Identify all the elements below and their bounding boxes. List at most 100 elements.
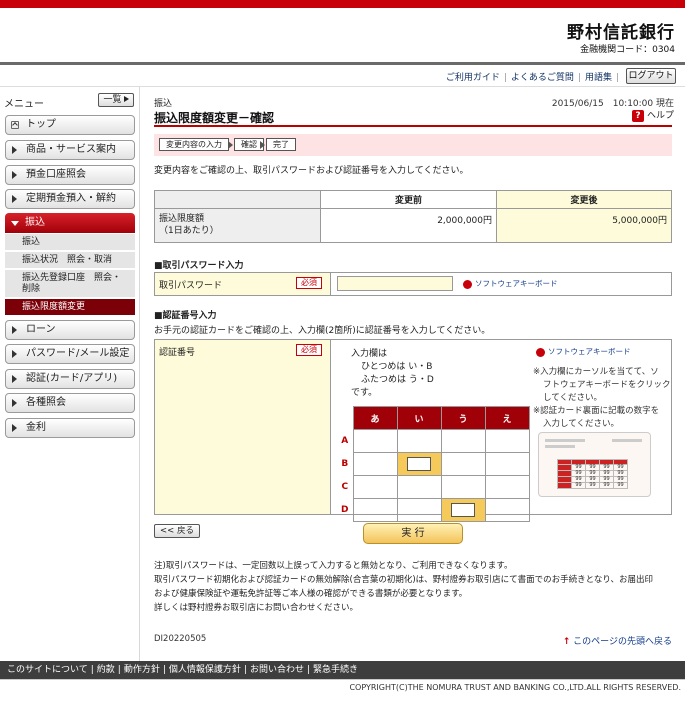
notes: 注)取引パスワードは、一定回数以上誤って入力すると無効となり、ご利用できなくなり…	[154, 561, 654, 613]
menu-title: メニュー	[4, 99, 44, 110]
grid-row-a: A	[341, 436, 349, 446]
step-indicator: 変更内容の入力 確認 完了	[154, 134, 672, 156]
sidebar-item-auth[interactable]: 認証(カード/アプリ)	[5, 369, 135, 389]
faq-link[interactable]: よくあるご質問	[507, 73, 578, 83]
arrow-right-icon	[12, 326, 17, 334]
sidebar-sub-transfer[interactable]: 振込	[5, 234, 135, 251]
step-input: 変更内容の入力	[159, 138, 229, 151]
table-header-after: 変更後	[496, 190, 672, 209]
software-keyboard-link[interactable]: ソフトウェアキーボード	[463, 278, 558, 289]
auth-label: 認証番号 必須	[155, 340, 331, 514]
required-badge: 必須	[296, 344, 322, 356]
table-header-before: 変更前	[320, 190, 497, 209]
password-row: 取引パスワード 必須 ソフトウェアキーボード	[154, 272, 672, 296]
grid-row-c: C	[341, 482, 349, 492]
password-section-title: ■取引パスワード入力	[154, 261, 244, 271]
keyboard-icon	[536, 347, 545, 357]
footer-links: このサイトについて | 約款 | 動作方針 | 個人情報保護方針 | お問い合わせ | 緊急手続き	[0, 661, 685, 679]
step-arrow-icon	[260, 141, 265, 149]
sidebar-item-deposit-inquiry[interactable]: 預金口座照会	[5, 165, 135, 185]
table-header-blank	[154, 190, 321, 209]
sidebar-item-password[interactable]: パスワード/メール設定	[5, 344, 135, 364]
grid-row-d: D	[341, 505, 349, 515]
sidebar-item-top[interactable]: トップ	[5, 115, 135, 135]
execute-button[interactable]: 実 行	[363, 523, 463, 544]
auth-section-title: ■認証番号入力	[154, 311, 217, 321]
sidebar: メニュー 一覧 トップ 商品・サービス案内 預金口座照会 定期預金預入・解約 振…	[0, 87, 140, 661]
logout-button[interactable]: ログアウト	[626, 68, 676, 84]
sidebar-item-products[interactable]: 商品・サービス案内	[5, 140, 135, 160]
title-underline	[154, 125, 672, 127]
bank-code: 金融機関コード：0304	[580, 45, 675, 55]
arrow-right-icon	[12, 350, 17, 358]
up-arrow-icon	[11, 121, 19, 129]
auth-row: 認証番号 必須 入力欄は ひとつめは い・B ふたつめは う・D です。 あ い …	[154, 339, 672, 522]
back-button[interactable]: << 戻る	[154, 524, 200, 538]
password-input[interactable]	[337, 276, 453, 291]
card-grid: 99 99 99 99 99 99 99 99 99 99 99 99 99 99 99 99	[557, 459, 628, 489]
auth-input-1[interactable]	[407, 457, 431, 471]
site-header: 野村信託銀行 金融機関コード：0304	[0, 8, 685, 62]
breadcrumb: 振込	[154, 99, 173, 109]
limit-before: 2,000,000円	[320, 208, 497, 243]
footer-link-policy[interactable]: 動作方針	[121, 665, 163, 675]
copyright: COPYRIGHT(C)THE NOMURA TRUST AND BANKING…	[349, 683, 681, 692]
sidebar-item-time-deposit[interactable]: 定期預金預入・解約	[5, 189, 135, 209]
table-row-label: 振込限度額 （1日あたり）	[154, 208, 321, 243]
help-icon: ?	[631, 110, 644, 122]
footer-divider	[0, 679, 685, 680]
page-title: 振込限度額変更－確認	[154, 111, 275, 125]
sidebar-item-rates[interactable]: 金利	[5, 418, 135, 438]
auth-instructions: 入力欄は ひとつめは い・B ふたつめは う・D です。	[351, 349, 434, 398]
utility-bar: ご利用ガイド | よくあるご質問 | 用語集 | ログアウト	[0, 65, 685, 87]
arrow-right-icon	[12, 146, 17, 154]
auth-intro: お手元の認証カードをご確認の上、入力欄(2箇所)に認証番号を入力してください。	[154, 326, 491, 336]
glossary-link[interactable]: 用語集	[581, 73, 616, 83]
footer-link-emergency[interactable]: 緊急手続き	[310, 665, 361, 675]
step-arrow-icon	[228, 141, 233, 149]
footer-link-about[interactable]: このサイトについて	[4, 665, 91, 675]
help-link[interactable]: ? ヘルプ	[631, 108, 674, 122]
grid-col-i: い	[396, 406, 442, 430]
required-badge: 必須	[296, 277, 322, 289]
top-brand-bar	[0, 0, 685, 8]
arrow-right-icon	[12, 171, 17, 179]
arrow-right-icon	[123, 96, 129, 102]
grid-col-e: え	[484, 406, 530, 430]
limit-after: 5,000,000円	[496, 208, 672, 243]
arrow-right-icon	[12, 424, 17, 432]
footer-link-privacy[interactable]: 個人情報保護方針	[166, 665, 244, 675]
footer-link-terms[interactable]: 約款	[94, 665, 118, 675]
sidebar-sub-limit-change[interactable]: 振込限度額変更	[5, 299, 135, 316]
sidebar-item-transfer[interactable]: 振込	[5, 213, 135, 233]
sidebar-item-inquiries[interactable]: 各種照会	[5, 393, 135, 413]
footer-link-contact[interactable]: お問い合わせ	[247, 665, 307, 675]
password-label: 取引パスワード 必須	[155, 273, 331, 295]
arrow-right-icon	[12, 375, 17, 383]
auth-note: ※入力欄にカーソルを当てて、ソ フトウェアキーボードをクリック してください。 …	[533, 367, 671, 429]
auth-grid: あ い う え A B C D	[337, 406, 530, 522]
sidebar-item-loan[interactable]: ローン	[5, 320, 135, 340]
grid-col-u: う	[440, 406, 486, 430]
arrow-right-icon	[12, 195, 17, 203]
menu-list-button[interactable]: 一覧	[98, 93, 134, 107]
arrow-up-icon: ↑	[562, 637, 571, 647]
arrow-down-icon	[11, 221, 19, 226]
page-id: DI20220505	[154, 634, 207, 644]
sidebar-sub-transfer-status[interactable]: 振込状況 照会・取消	[5, 252, 135, 269]
step-complete: 完了	[266, 138, 296, 151]
limit-compare-table: 変更前 変更後 振込限度額 （1日あたり） 2,000,000円 5,000,00…	[154, 190, 672, 243]
auth-card-image: 99 99 99 99 99 99 99 99 99 99 99 99 99 99 99 99	[538, 432, 651, 497]
software-keyboard-link-2[interactable]: ソフトウェアキーボード	[536, 346, 631, 357]
grid-cell-i-b	[396, 452, 442, 476]
page-top-link[interactable]: ↑ このページの先頭へ戻る	[563, 634, 672, 647]
guide-link[interactable]: ご利用ガイド	[442, 73, 504, 83]
arrow-right-icon	[12, 399, 17, 407]
sidebar-sub-registered-accounts[interactable]: 振込先登録口座 照会・削除	[5, 270, 135, 298]
auth-input-2[interactable]	[451, 503, 475, 517]
grid-cell-u-d	[440, 498, 486, 522]
intro-text: 変更内容をご確認の上、取引パスワードおよび認証番号を入力してください。	[154, 166, 469, 176]
grid-col-a: あ	[352, 406, 398, 430]
grid-row-b: B	[341, 459, 349, 469]
bank-name: 野村信託銀行	[567, 23, 675, 43]
